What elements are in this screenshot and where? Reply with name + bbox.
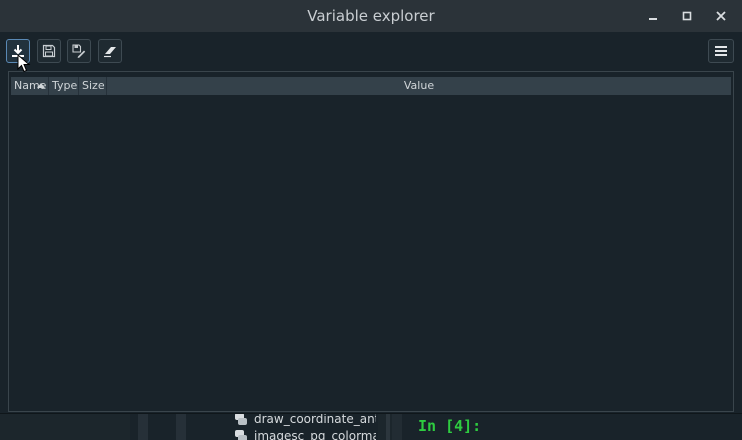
window-title: Variable explorer bbox=[307, 7, 435, 25]
close-icon bbox=[716, 11, 726, 21]
minimize-icon bbox=[649, 18, 657, 20]
options-menu-button[interactable] bbox=[708, 39, 734, 63]
file-name: imagesc_pg_colormap bbox=[254, 429, 376, 440]
console-prompt: In [4]: bbox=[418, 417, 482, 435]
column-header-size[interactable]: Size bbox=[79, 77, 107, 95]
variables-table[interactable]: Name Type Size Value bbox=[8, 71, 734, 412]
column-header-value[interactable]: Value bbox=[107, 77, 731, 95]
save-as-icon bbox=[72, 44, 86, 58]
file-item[interactable]: imagesc_pg_colormap bbox=[234, 428, 376, 440]
mouse-pointer-icon bbox=[17, 54, 31, 73]
column-header-type[interactable]: Type bbox=[49, 77, 79, 95]
save-data-as-button[interactable] bbox=[67, 39, 91, 63]
maximize-icon bbox=[682, 11, 692, 21]
save-data-button[interactable] bbox=[37, 39, 61, 63]
remove-all-variables-button[interactable] bbox=[98, 39, 122, 63]
eraser-icon bbox=[104, 47, 116, 58]
title-bar[interactable]: Variable explorer bbox=[0, 0, 742, 32]
variable-explorer-window: Variable explorer Name Type Size Value bbox=[0, 0, 742, 414]
maximize-button[interactable] bbox=[678, 7, 696, 25]
floppy-disk-icon bbox=[42, 44, 56, 58]
python-file-icon bbox=[235, 413, 247, 425]
python-file-icon bbox=[235, 430, 247, 440]
minimize-button[interactable] bbox=[644, 7, 662, 25]
column-label: Size bbox=[82, 79, 105, 92]
close-button[interactable] bbox=[712, 7, 730, 25]
table-header: Name Type Size Value bbox=[11, 77, 731, 95]
column-header-name[interactable]: Name bbox=[11, 77, 49, 95]
column-label: Value bbox=[403, 79, 435, 92]
sort-ascending-icon bbox=[37, 83, 45, 88]
column-label: Type bbox=[52, 79, 78, 92]
file-name: draw_coordinate_ant bbox=[254, 412, 376, 426]
